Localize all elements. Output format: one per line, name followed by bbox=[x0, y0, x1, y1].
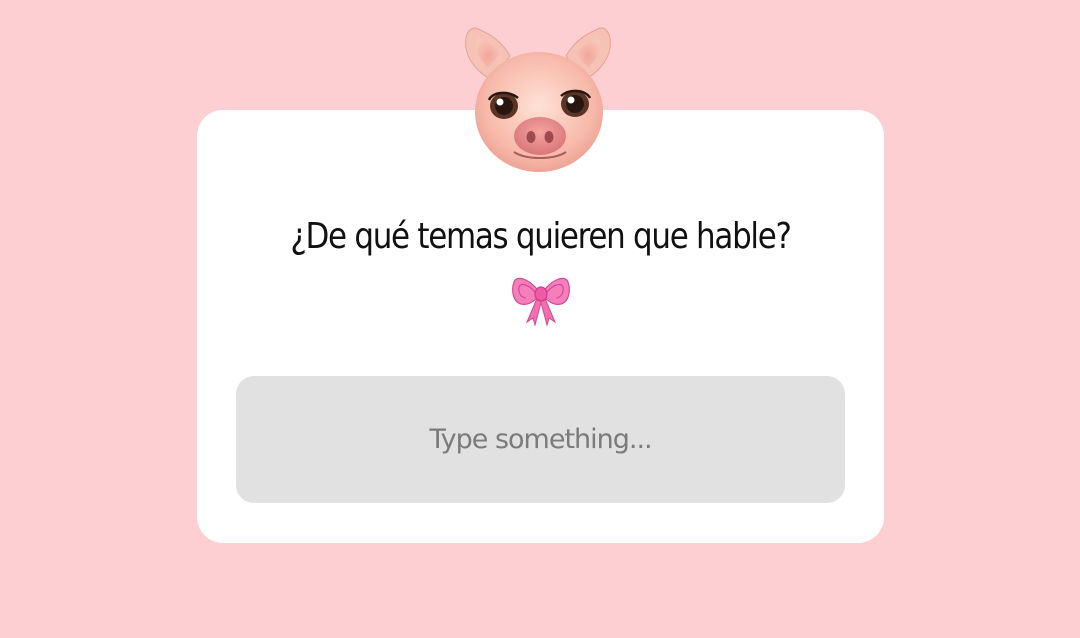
answer-input[interactable] bbox=[236, 376, 845, 503]
pig-face-icon bbox=[465, 27, 611, 172]
question-text: ¿De qué temas quieren que hable? bbox=[290, 216, 792, 257]
story-screen: ¿De qué temas quieren que hable? bbox=[0, 0, 1080, 638]
question-sticker: ¿De qué temas quieren que hable? bbox=[197, 110, 884, 543]
answer-field[interactable] bbox=[236, 376, 845, 503]
ribbon-bow-icon bbox=[512, 277, 570, 326]
